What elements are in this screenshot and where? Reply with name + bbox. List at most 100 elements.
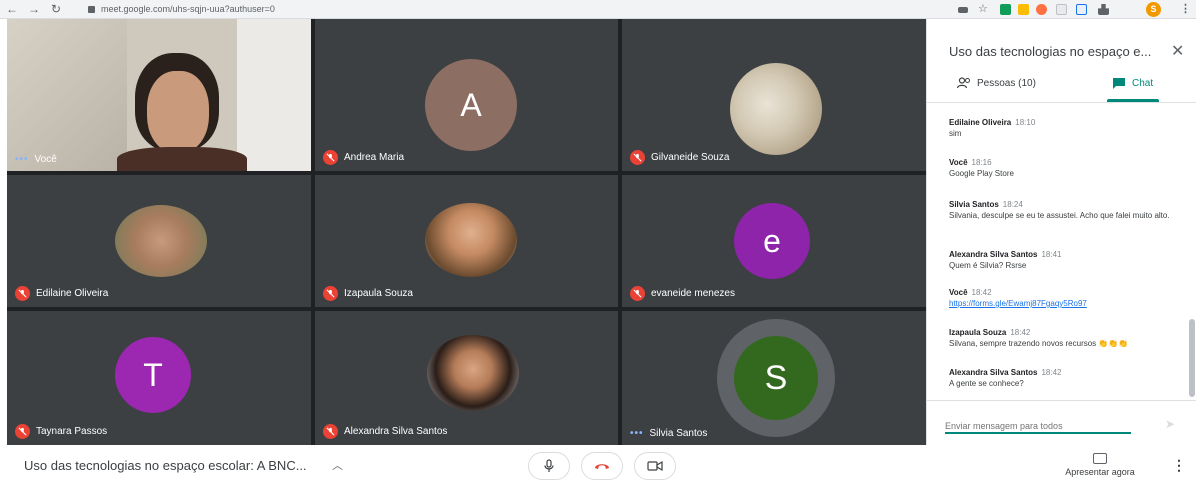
mic-off-icon xyxy=(15,424,30,439)
message-link[interactable]: https://forms.gle/Ewamj87Fgaqy5Ro97 xyxy=(949,298,1187,309)
more-options-icon[interactable]: ⋮ xyxy=(1172,457,1186,474)
chat-scrollbar[interactable] xyxy=(1189,319,1195,397)
people-icon xyxy=(957,77,970,89)
avatar: S xyxy=(734,336,818,420)
message-time: 18:42 xyxy=(1010,328,1031,337)
tile-label: Taynara Passos xyxy=(15,424,107,439)
audio-level-icon: ••• xyxy=(630,428,644,439)
participant-name: Andrea Maria xyxy=(344,152,405,163)
participant-tile[interactable]: Alexandra Silva Santos xyxy=(315,311,618,445)
camera-icon xyxy=(647,460,663,472)
tab-label: Chat xyxy=(1132,77,1154,89)
participant-name: evaneide menezes xyxy=(651,288,735,299)
browser-menu-icon[interactable]: ⋮ xyxy=(1180,2,1191,15)
participant-tile-self[interactable]: ••• Você xyxy=(7,19,311,171)
message-sender: Você xyxy=(949,158,968,167)
message-sender: Silvia Santos xyxy=(949,200,999,209)
emoji-extension-icon[interactable] xyxy=(1036,4,1047,15)
wallpaper xyxy=(7,19,127,171)
tile-label: ••• Você xyxy=(15,154,57,165)
present-now-button[interactable]: Apresentar agora xyxy=(1054,453,1146,477)
tile-label: Edilaine Oliveira xyxy=(15,286,108,301)
meeting-controls-bar: Uso das tecnologias no espaço escolar: A… xyxy=(0,445,1196,484)
camera-extension-icon[interactable] xyxy=(958,7,968,13)
participant-name: Você xyxy=(34,154,57,165)
tile-label: Izapaula Souza xyxy=(323,286,413,301)
leave-call-button[interactable] xyxy=(581,452,623,480)
avatar: T xyxy=(115,337,191,413)
message-time: 18:42 xyxy=(971,288,992,297)
sheets-extension-icon[interactable] xyxy=(1000,4,1011,15)
participant-name: Alexandra Silva Santos xyxy=(344,426,448,437)
back-icon[interactable]: ← xyxy=(4,1,20,18)
chat-message: Silvia Santos 18:24 Silvania, desculpe se… xyxy=(949,199,1187,221)
chat-message: Izapaula Souza 18:42 Silvana, sempre traz… xyxy=(949,327,1187,349)
avatar-photo xyxy=(425,203,517,277)
star-icon[interactable]: ☆ xyxy=(978,2,990,15)
participant-tile[interactable]: Gilvaneide Souza xyxy=(622,19,926,171)
forward-icon[interactable]: → xyxy=(26,1,42,18)
message-time: 18:24 xyxy=(1002,200,1023,209)
avatar-photo xyxy=(427,335,519,411)
chevron-up-icon[interactable]: ︿ xyxy=(332,457,343,473)
microphone-icon xyxy=(544,459,554,472)
meeting-title[interactable]: Uso das tecnologias no espaço escolar: A… xyxy=(24,458,307,473)
window-light xyxy=(237,19,311,171)
like-extension-icon[interactable] xyxy=(1018,4,1029,15)
tile-label: evaneide menezes xyxy=(630,286,735,301)
mic-off-icon xyxy=(630,150,645,165)
participant-tile[interactable]: S ••• Silvia Santos xyxy=(622,311,926,445)
avatar-photo xyxy=(115,205,207,277)
send-icon[interactable]: ➤ xyxy=(1165,417,1175,431)
chat-icon xyxy=(1113,78,1125,89)
chat-messages[interactable]: Edilaine Oliveira 18:10 sim Você 18:16 Goo… xyxy=(927,103,1189,399)
chat-message: Alexandra Silva Santos 18:42 A gente se c… xyxy=(949,367,1187,389)
participant-tile[interactable]: Edilaine Oliveira xyxy=(7,175,311,307)
message-sender: Você xyxy=(949,288,968,297)
participant-name: Silvia Santos xyxy=(649,428,708,439)
participant-name: Izapaula Souza xyxy=(344,288,413,299)
participant-name: Edilaine Oliveira xyxy=(36,288,109,299)
message-time: 18:10 xyxy=(1015,118,1036,127)
tab-label: Pessoas (10) xyxy=(977,77,1036,89)
tile-label: Alexandra Silva Santos xyxy=(323,424,447,439)
participant-tile[interactable]: e evaneide menezes xyxy=(622,175,926,307)
shoulders xyxy=(117,147,247,171)
puzzle-extensions-icon[interactable] xyxy=(1098,4,1109,15)
tab-chat[interactable]: Chat xyxy=(1112,77,1153,89)
message-sender: Edilaine Oliveira xyxy=(949,118,1012,127)
present-label: Apresentar agora xyxy=(1065,467,1135,477)
message-time: 18:41 xyxy=(1041,250,1062,259)
avatar: e xyxy=(734,203,810,279)
tile-label: Gilvaneide Souza xyxy=(630,150,729,165)
video-grid: ••• Você A Andrea Maria Gilvaneide Souza … xyxy=(7,19,926,445)
mic-off-icon xyxy=(15,286,30,301)
address-bar[interactable]: meet.google.com/uhs-sqjn-uua?authuser=0 xyxy=(84,1,934,18)
close-icon[interactable]: ✕ xyxy=(1171,41,1184,61)
panel-title: Uso das tecnologias no espaço e... xyxy=(949,44,1152,59)
participant-tile[interactable]: T Taynara Passos xyxy=(7,311,311,445)
message-time: 18:42 xyxy=(1041,368,1062,377)
chat-message-input[interactable] xyxy=(945,420,1131,434)
side-panel: Uso das tecnologias no espaço e... ✕ Pes… xyxy=(926,19,1196,445)
chat-message: Edilaine Oliveira 18:10 sim xyxy=(949,117,1187,139)
camera-button[interactable] xyxy=(634,452,676,480)
message-sender: Izapaula Souza xyxy=(949,328,1007,337)
message-sender: Alexandra Silva Santos xyxy=(949,250,1038,259)
browser-toolbar: ← → ↻ meet.google.com/uhs-sqjn-uua?authu… xyxy=(0,0,1196,19)
message-text: Quem é Silvia? Rsrse xyxy=(949,261,1027,270)
grid-extension-icon[interactable] xyxy=(1056,4,1067,15)
tile-label: ••• Silvia Santos xyxy=(630,428,707,439)
participant-tile[interactable]: Izapaula Souza xyxy=(315,175,618,307)
participant-tile[interactable]: A Andrea Maria xyxy=(315,19,618,171)
tab-people[interactable]: Pessoas (10) xyxy=(957,77,1036,89)
message-time: 18:16 xyxy=(971,158,992,167)
microphone-button[interactable] xyxy=(528,452,570,480)
reload-icon[interactable]: ↻ xyxy=(48,1,64,18)
capture-extension-icon[interactable] xyxy=(1076,4,1087,15)
avatar-photo xyxy=(730,63,822,155)
avatar: A xyxy=(425,59,517,151)
chat-message: Você 18:16 Google Play Store xyxy=(949,157,1187,179)
present-screen-icon xyxy=(1093,453,1107,464)
profile-avatar[interactable]: S xyxy=(1146,2,1161,17)
